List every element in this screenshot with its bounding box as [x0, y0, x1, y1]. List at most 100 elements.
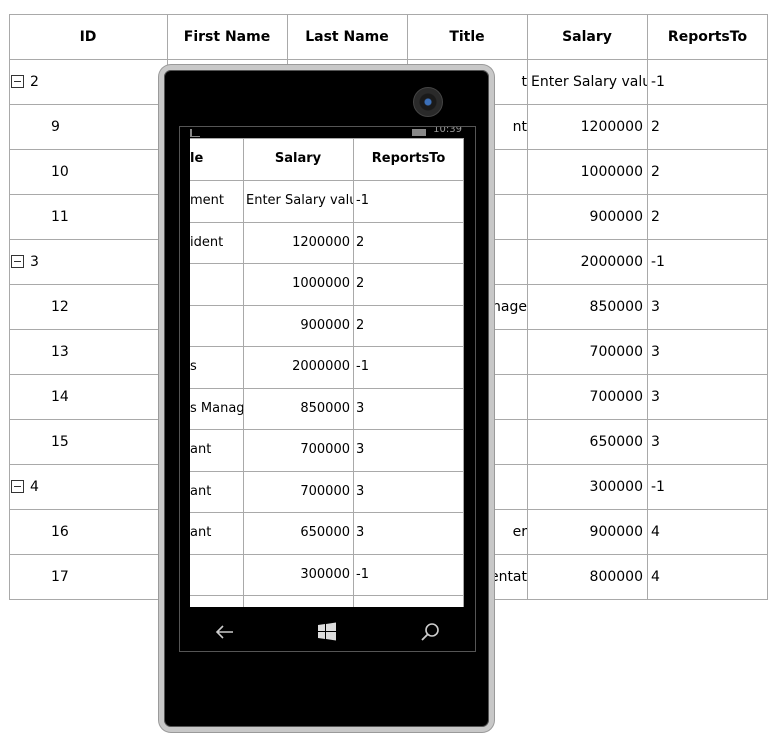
id-value: 2 [30, 73, 39, 90]
salary-cell[interactable]: 900000 [527, 194, 647, 239]
salary-cell[interactable]: Enter Salary value [527, 59, 647, 104]
collapse-icon[interactable] [11, 75, 24, 88]
grid-row-divider [190, 263, 464, 264]
reports-to-cell: -1 [651, 478, 665, 495]
salary-cell[interactable]: 700000 [243, 429, 353, 470]
column-header[interactable]: ReportsTo [353, 138, 464, 179]
salary-cell[interactable]: 300000 [527, 464, 647, 509]
reports-to-cell: 2 [651, 163, 660, 180]
title-cell: ment [190, 193, 224, 208]
id-value: 10 [51, 163, 69, 180]
reports-to-cell: 4 [651, 568, 660, 585]
reports-to-cell: 3 [651, 433, 660, 450]
grid-row-divider [9, 59, 768, 60]
title-cell: ident [190, 234, 224, 250]
back-arrow-icon[interactable] [213, 620, 237, 644]
status-time: 10:39 [433, 127, 462, 135]
id-cell: 11 [9, 194, 167, 239]
reports-to-cell: 3 [651, 298, 660, 315]
collapse-icon[interactable] [11, 480, 24, 493]
id-value: 4 [30, 478, 39, 495]
id-value: 3 [30, 253, 39, 270]
salary-cell[interactable]: 700000 [527, 329, 647, 374]
salary-cell[interactable]: Enter Salary value [243, 180, 353, 221]
grid-column-divider [647, 14, 648, 599]
reports-to-cell: 3 [651, 388, 660, 405]
grid-column-divider [463, 138, 464, 607]
salary-cell[interactable]: 900000 [243, 305, 353, 346]
grid-row-divider [190, 595, 464, 596]
reports-to-cell: 3 [356, 525, 365, 540]
id-value: 9 [51, 118, 60, 135]
grid-header-row: ID First Name Last Name Title Salary ReportsT… [9, 14, 768, 59]
reports-to-cell: -1 [356, 193, 369, 208]
column-header[interactable]: le [190, 138, 243, 179]
salary-cell[interactable]: 1200000 [527, 104, 647, 149]
salary-cell[interactable]: 800000 [527, 554, 647, 599]
title-cell: ant [190, 525, 212, 540]
id-value: 14 [51, 388, 69, 405]
salary-cell[interactable]: 650000 [527, 419, 647, 464]
id-value: 12 [51, 298, 69, 315]
id-cell: 12 [9, 284, 167, 329]
reports-to-cell: -1 [651, 73, 665, 90]
grid-column-divider [527, 14, 528, 599]
salary-cell[interactable]: 300000 [243, 554, 353, 595]
reports-to-cell: 3 [356, 400, 365, 416]
grid-row-divider [190, 553, 464, 555]
grid-column-divider [767, 14, 768, 599]
title-cell [190, 305, 243, 346]
id-value: 13 [51, 343, 69, 360]
title-cell: ant [190, 442, 212, 457]
id-cell: 2 [9, 59, 167, 104]
salary-cell[interactable]: 1000000 [243, 263, 353, 304]
title-cell: s Manage [190, 400, 243, 416]
salary-cell[interactable]: 2000000 [527, 239, 647, 284]
salary-cell[interactable]: 650000 [243, 512, 353, 553]
salary-cell[interactable]: 850000 [243, 388, 353, 429]
grid-row-divider [190, 387, 464, 389]
column-header[interactable]: Salary [527, 14, 647, 59]
collapse-icon[interactable] [11, 255, 24, 268]
salary-cell[interactable]: 700000 [527, 374, 647, 419]
column-header[interactable]: ReportsTo [647, 14, 768, 59]
salary-cell[interactable]: 850000 [527, 284, 647, 329]
phone-tree-grid[interactable]: leSalaryReportsTomentEnter Salary value-… [190, 138, 464, 607]
column-header[interactable]: Last Name [287, 14, 407, 59]
salary-cell[interactable]: 700000 [243, 471, 353, 512]
salary-cell[interactable]: 1000000 [527, 149, 647, 194]
battery-icon [412, 129, 426, 136]
id-value: 17 [51, 568, 69, 585]
title-cell [190, 263, 243, 304]
salary-cell[interactable]: 900000 [527, 509, 647, 554]
grid-row-divider [190, 512, 464, 513]
title-cell: s [190, 359, 197, 374]
reports-to-cell: 2 [356, 317, 365, 333]
reports-to-cell: -1 [356, 359, 369, 374]
phone-status-bar: 10:39 [190, 127, 464, 138]
reports-to-cell: 3 [651, 343, 660, 360]
reports-to-cell: 2 [651, 208, 660, 225]
grid-row-divider [190, 221, 464, 223]
grid-column-divider [353, 138, 354, 607]
salary-cell[interactable]: 2000000 [243, 346, 353, 387]
salary-cell[interactable]: 1200000 [243, 222, 353, 263]
column-header[interactable]: Title [407, 14, 527, 59]
grid-row-divider [190, 429, 464, 430]
id-value: 15 [51, 433, 69, 450]
reports-to-cell: -1 [651, 253, 665, 270]
reports-to-cell: 2 [651, 118, 660, 135]
id-value: 16 [51, 523, 69, 540]
reports-to-cell: 4 [651, 523, 660, 540]
camera-icon [413, 87, 443, 117]
column-header[interactable]: ID [9, 14, 167, 59]
id-cell: 14 [9, 374, 167, 419]
column-header[interactable]: First Name [167, 14, 287, 59]
id-cell: 13 [9, 329, 167, 374]
windows-start-icon[interactable] [315, 620, 339, 644]
search-icon[interactable] [418, 620, 442, 644]
column-header[interactable]: Salary [243, 138, 353, 179]
grid-column-divider [9, 14, 10, 599]
title-cell: ant [190, 483, 212, 499]
id-cell: 17 [9, 554, 167, 599]
